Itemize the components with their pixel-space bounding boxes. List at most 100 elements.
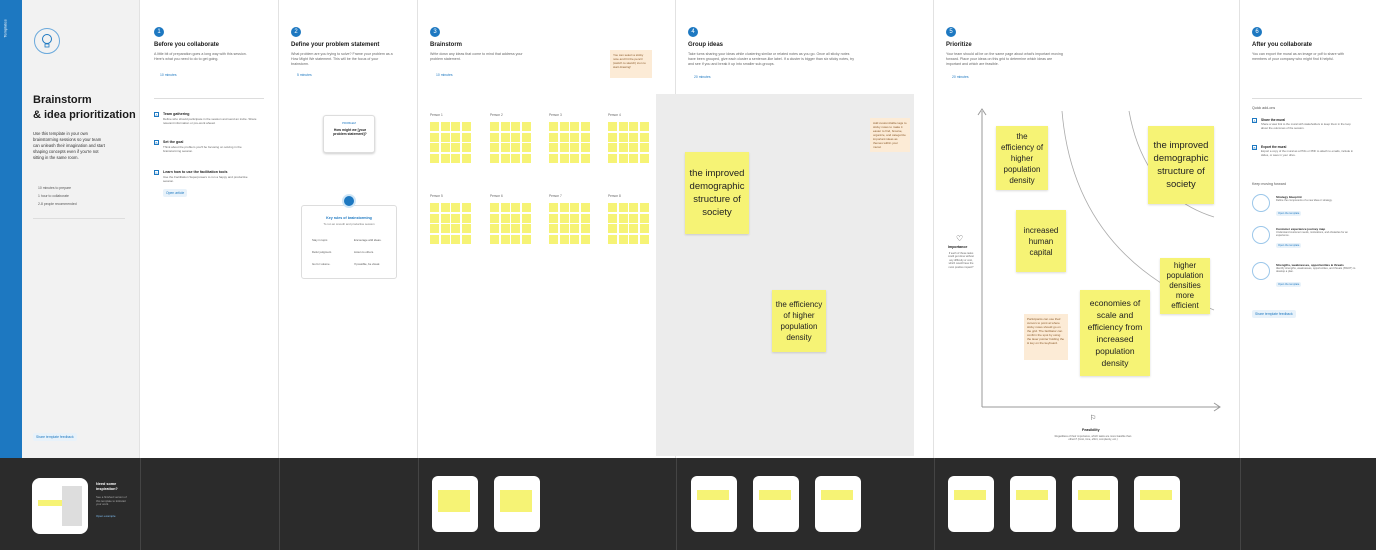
share-feedback-link[interactable]: Share template feedback — [1252, 310, 1296, 318]
sticky-note[interactable] — [549, 122, 558, 131]
sticky-demographic[interactable]: the improved demographic structure of so… — [1148, 126, 1214, 204]
sticky-note[interactable] — [580, 224, 590, 233]
sticky-note[interactable] — [639, 132, 649, 142]
sticky-note[interactable] — [559, 132, 569, 142]
sticky-note[interactable] — [440, 132, 450, 142]
sticky-note[interactable] — [461, 122, 471, 131]
sticky-note[interactable] — [440, 203, 450, 212]
sticky-note[interactable] — [580, 213, 590, 223]
sticky-note[interactable] — [639, 143, 649, 152]
sticky-note[interactable] — [570, 234, 579, 244]
sticky-note[interactable] — [521, 213, 531, 223]
sticky-note[interactable] — [639, 153, 649, 163]
sticky-note[interactable] — [440, 122, 450, 131]
sticky-note[interactable] — [608, 224, 617, 233]
step-thumbnail[interactable] — [948, 476, 994, 532]
sticky-note[interactable] — [639, 203, 649, 212]
sticky-note[interactable] — [500, 153, 510, 163]
sticky-note[interactable] — [490, 234, 499, 244]
sticky-note[interactable] — [559, 153, 569, 163]
sticky-note[interactable] — [559, 213, 569, 223]
sticky-note[interactable] — [430, 153, 439, 163]
step-thumbnail[interactable] — [1134, 476, 1180, 532]
step-thumbnail[interactable] — [753, 476, 799, 532]
sticky-note[interactable] — [570, 122, 579, 131]
sticky-note[interactable] — [629, 213, 638, 223]
sticky-note[interactable] — [608, 132, 617, 142]
sticky-note[interactable] — [618, 213, 628, 223]
sticky-note[interactable] — [629, 132, 638, 142]
sticky-note[interactable] — [580, 203, 590, 212]
sticky-note[interactable] — [580, 143, 590, 152]
tags-tip-note[interactable]: Add customizable tags to sticky notes to… — [870, 118, 910, 152]
sticky-note[interactable] — [618, 143, 628, 152]
sticky-note[interactable] — [549, 132, 558, 142]
sticky-note[interactable] — [511, 224, 520, 233]
sticky-note[interactable] — [440, 234, 450, 244]
sticky-note[interactable] — [629, 203, 638, 212]
sticky-note[interactable] — [430, 132, 439, 142]
sticky-note[interactable] — [430, 213, 439, 223]
sticky-note[interactable] — [430, 234, 439, 244]
sticky-note[interactable] — [570, 213, 579, 223]
sticky-note[interactable] — [618, 203, 628, 212]
sticky-note[interactable] — [570, 224, 579, 233]
step-thumbnail[interactable] — [1072, 476, 1118, 532]
sticky-note[interactable] — [521, 153, 531, 163]
sticky-note[interactable] — [559, 143, 569, 152]
sticky-note[interactable] — [608, 143, 617, 152]
sticky-note[interactable] — [461, 132, 471, 142]
sticky-note[interactable] — [639, 234, 649, 244]
sticky-note[interactable] — [521, 132, 531, 142]
sticky-note[interactable] — [570, 143, 579, 152]
sticky-note[interactable] — [430, 143, 439, 152]
sticky-note[interactable] — [490, 153, 499, 163]
sticky-note[interactable] — [500, 213, 510, 223]
sticky-note[interactable] — [559, 203, 569, 212]
sticky-note[interactable] — [440, 213, 450, 223]
sticky-note[interactable] — [511, 213, 520, 223]
sticky-note[interactable] — [490, 213, 499, 223]
sticky-note[interactable] — [500, 143, 510, 152]
sketch-tip-note[interactable]: You can select a sticky note and hit the… — [610, 50, 652, 78]
sticky-note[interactable] — [580, 234, 590, 244]
open-example-button[interactable]: Open example — [96, 514, 116, 518]
sticky-note[interactable] — [440, 224, 450, 233]
sticky-human-capital[interactable]: increased human capital — [1016, 210, 1066, 272]
sticky-note[interactable] — [521, 143, 531, 152]
sticky-note[interactable] — [451, 203, 460, 212]
sticky-note[interactable] — [629, 153, 638, 163]
sticky-efficiency[interactable]: the efficiency of higher population dens… — [996, 126, 1048, 190]
sticky-note[interactable] — [629, 234, 638, 244]
sticky-note[interactable] — [500, 203, 510, 212]
sticky-note[interactable] — [511, 143, 520, 152]
sticky-note[interactable] — [500, 234, 510, 244]
sticky-note[interactable] — [451, 143, 460, 152]
sticky-note[interactable] — [461, 143, 471, 152]
sticky-note[interactable] — [559, 224, 569, 233]
sticky-note[interactable] — [549, 153, 558, 163]
open-template-button[interactable]: Open the template — [1276, 211, 1302, 216]
sticky-note[interactable] — [570, 153, 579, 163]
sticky-note[interactable] — [549, 224, 558, 233]
sticky-note[interactable] — [549, 203, 558, 212]
sticky-note[interactable] — [580, 153, 590, 163]
example-thumbnail[interactable] — [32, 478, 88, 534]
sticky-note[interactable] — [618, 153, 628, 163]
sticky-demographic[interactable]: the improved demographic structure of so… — [685, 152, 749, 234]
sticky-note[interactable] — [511, 132, 520, 142]
sticky-note[interactable] — [559, 122, 569, 131]
sticky-note[interactable] — [490, 132, 499, 142]
sticky-note[interactable] — [608, 153, 617, 163]
sticky-note[interactable] — [639, 224, 649, 233]
sticky-note[interactable] — [430, 224, 439, 233]
step-thumbnail[interactable] — [494, 476, 540, 532]
problem-card[interactable]: PROBLEM How might we [your problem state… — [323, 115, 375, 153]
sticky-note[interactable] — [440, 153, 450, 163]
sticky-note[interactable] — [511, 234, 520, 244]
sticky-note[interactable] — [618, 132, 628, 142]
open-template-button[interactable]: Open the template — [1276, 282, 1302, 287]
sticky-note[interactable] — [570, 203, 579, 212]
sticky-note[interactable] — [549, 213, 558, 223]
laser-tip-note[interactable]: Participants can use their cursors to po… — [1024, 314, 1068, 360]
